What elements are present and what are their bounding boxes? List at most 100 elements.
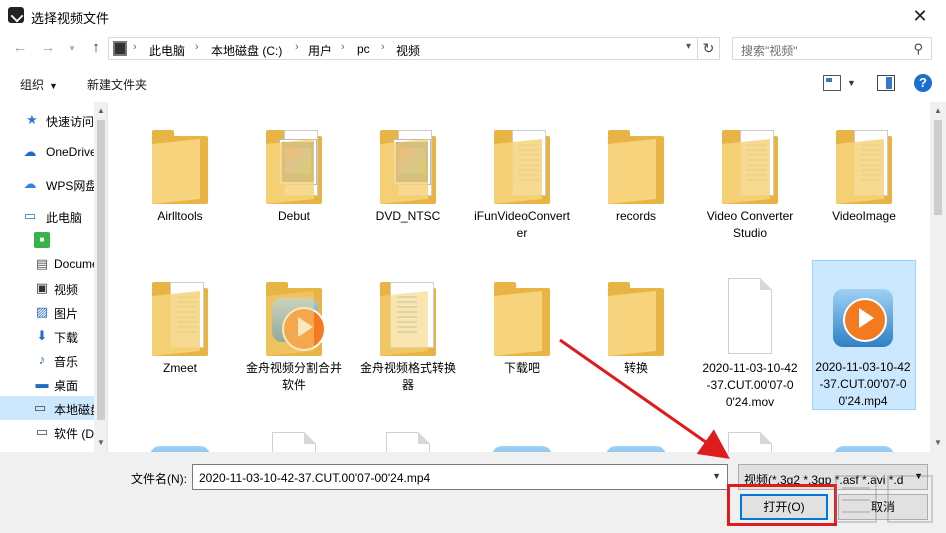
file-item-videoimage[interactable]: VideoImage	[814, 110, 914, 270]
breadcrumb-users[interactable]: 用户	[308, 42, 332, 59]
file-item-label: iFunVideoConverter	[474, 209, 570, 240]
file-item-ifunvideoconverter[interactable]: iFunVideoConverter	[472, 110, 572, 270]
filename-input[interactable]: 2020-11-03-10-42-37.CUT.00'07-00'24.mp4 …	[192, 464, 728, 490]
folder-icon	[490, 272, 554, 358]
file-item-airlltools[interactable]: Airlltools	[130, 110, 230, 270]
refresh-icon[interactable]: ↻	[698, 37, 720, 60]
document-icon: ▤	[35, 256, 49, 271]
recent-locations-chevron-icon[interactable]: ▾	[62, 38, 82, 58]
file-item-video-converter-studio[interactable]: Video Converter Studio	[700, 110, 800, 270]
file-item-label: 2020-11-03-10-42-37.CUT.00'07-00'24.mov	[702, 361, 798, 409]
navigation-scrollbar[interactable]: ▲ ▼	[94, 102, 107, 452]
search-icon: ⚲	[913, 41, 923, 56]
address-row: ← → ▾ ↑ › 此电脑 › 本地磁盘 (C:) › 用户 › pc › 视频…	[0, 32, 946, 64]
breadcrumb-videos[interactable]: 视频	[396, 42, 420, 59]
help-icon[interactable]: ?	[914, 74, 932, 92]
scroll-up-icon[interactable]: ▲	[934, 106, 942, 115]
file-item-label: DVD_NTSC	[375, 209, 441, 223]
file-item-jinzhou-converter[interactable]: 金舟视频格式转换器	[358, 262, 458, 422]
window-title: 选择视频文件	[31, 11, 110, 26]
filename-label: 文件名(N):	[131, 472, 187, 486]
file-item-label: 金舟视频格式转换器	[360, 361, 457, 392]
annotation-highlight-box	[727, 484, 837, 526]
file-item-label: Airlltools	[157, 209, 203, 223]
organize-label: 组织	[20, 78, 45, 92]
file-item-cut-mp4[interactable]: 2020-11-03-10-42-37.CUT.00'07-00'24.mp4	[812, 260, 916, 410]
blank-document-icon	[262, 432, 326, 452]
scrollbar-thumb[interactable]	[97, 120, 105, 420]
preview-pane-icon[interactable]	[877, 75, 895, 91]
picture-icon: ▨	[35, 304, 49, 319]
breadcrumb-separator-icon[interactable]: ›	[381, 41, 385, 53]
blank-document-icon	[376, 432, 440, 452]
chevron-down-icon[interactable]: ▼	[712, 471, 721, 481]
folder-icon	[604, 272, 668, 358]
search-input[interactable]: 搜索"视频" ⚲	[732, 37, 932, 60]
back-arrow-icon[interactable]: ←	[10, 38, 30, 58]
folder-document-icon	[718, 120, 782, 206]
file-item-dvd-ntsc[interactable]: DVD_NTSC	[358, 110, 458, 270]
file-item-partial[interactable]	[700, 422, 800, 452]
file-item-partial[interactable]	[130, 422, 230, 452]
new-folder-button[interactable]: 新建文件夹	[87, 76, 147, 93]
file-item-partial[interactable]	[244, 422, 344, 452]
video-file-icon	[718, 432, 782, 452]
chevron-down-icon: ▼	[49, 81, 58, 91]
nav-item-label: 音乐	[54, 355, 79, 369]
nav-item-label: WPS网盘	[46, 179, 98, 193]
file-item-records[interactable]: records	[586, 110, 686, 270]
music-icon: ♪	[38, 352, 46, 367]
organize-menu[interactable]: 组织 ▼	[20, 76, 58, 93]
breadcrumb-this-pc[interactable]: 此电脑	[149, 42, 185, 59]
file-item-partial[interactable]	[358, 422, 458, 452]
file-list: Airlltools Debut DVD_NTSC iFunVideoConve…	[108, 102, 930, 452]
breadcrumb-separator-icon[interactable]: ›	[341, 41, 345, 53]
folder-document-icon	[490, 120, 554, 206]
file-item-label: Zmeet	[162, 361, 197, 375]
file-list-scrollbar[interactable]: ▲ ▼	[930, 102, 946, 452]
scroll-down-icon[interactable]: ▼	[934, 438, 942, 447]
scroll-down-icon[interactable]: ▼	[97, 438, 105, 447]
forward-arrow-icon[interactable]: →	[38, 38, 58, 58]
file-item-debut[interactable]: Debut	[244, 110, 344, 270]
nav-item-label: 快速访问	[46, 115, 95, 129]
file-item-zhuanhuan[interactable]: 转换	[586, 262, 686, 422]
nav-item-label: 视频	[54, 283, 79, 297]
folder-path-icon	[113, 41, 127, 56]
address-dropdown-icon[interactable]: ▾	[686, 41, 691, 52]
star-icon: ★	[26, 112, 38, 127]
desktop-icon: ▬	[35, 376, 49, 391]
file-item-partial[interactable]	[586, 422, 686, 452]
scroll-up-icon[interactable]: ▲	[97, 106, 105, 115]
drive-icon: ▭	[33, 400, 47, 415]
address-bar[interactable]: › 此电脑 › 本地磁盘 (C:) › 用户 › pc › 视频 ▾	[108, 37, 698, 60]
media-player-icon	[490, 432, 554, 452]
file-item-xiazaiba[interactable]: 下载吧	[472, 262, 572, 422]
change-view-icon[interactable]	[823, 75, 841, 91]
file-item-partial[interactable]	[472, 422, 572, 452]
close-button[interactable]: ✕	[908, 4, 932, 28]
file-item-label: 转换	[623, 361, 648, 375]
breadcrumb-separator-icon[interactable]: ›	[195, 41, 199, 53]
file-item-jinzhou-splitter[interactable]: 金舟视频分割合并软件	[244, 262, 344, 422]
media-player-icon	[832, 432, 896, 452]
breadcrumb-local-disk[interactable]: 本地磁盘 (C:)	[211, 42, 282, 59]
folder-document-icon	[148, 272, 212, 358]
up-arrow-icon[interactable]: ↑	[86, 38, 106, 58]
view-options-chevron-icon[interactable]: ▼	[847, 75, 865, 91]
file-item-cut-mov[interactable]: 2020-11-03-10-42-37.CUT.00'07-00'24.mov	[700, 262, 800, 422]
folder-white-document-icon	[376, 272, 440, 358]
file-item-label: Video Converter Studio	[706, 209, 794, 240]
breadcrumb-pc[interactable]: pc	[357, 42, 370, 56]
nav-item-local-disk-c[interactable]: ▭ 本地磁盘 (C:)	[0, 396, 94, 420]
folder-video-thumbnail-icon	[262, 120, 326, 206]
scrollbar-thumb[interactable]	[934, 120, 942, 215]
file-item-partial[interactable]	[814, 422, 914, 452]
navigation-pane: ★ 快速访问 ☁ OneDrive ☁ WPS网盘 ▭ 此电脑 ■ ▤ Docu…	[0, 102, 108, 452]
search-placeholder: 搜索"视频"	[741, 44, 798, 58]
command-bar: 组织 ▼ 新建文件夹 ▼ ?	[0, 64, 946, 102]
file-item-zmeet[interactable]: Zmeet	[130, 262, 230, 422]
breadcrumb-separator-icon[interactable]: ›	[133, 41, 137, 53]
breadcrumb-separator-icon[interactable]: ›	[295, 41, 299, 53]
drive-icon: ▭	[35, 424, 49, 439]
